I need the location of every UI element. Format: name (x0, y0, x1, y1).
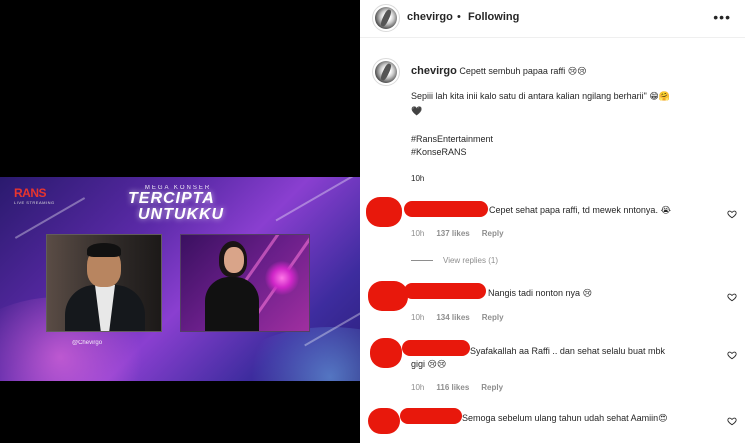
redacted-username (404, 201, 488, 217)
like-heart-icon[interactable] (727, 350, 737, 360)
comment-time[interactable]: 10h (411, 313, 424, 322)
redacted-avatar (368, 281, 408, 311)
caption-username[interactable]: chevirgo (411, 65, 457, 77)
comment-meta: 10h 137 likes Reply (411, 229, 504, 238)
redacted-avatar (366, 197, 402, 227)
redacted-username (404, 283, 486, 299)
view-replies-button[interactable]: View replies (1) (411, 256, 498, 265)
comment-text-line2: gigi 😢😢 (411, 359, 447, 369)
like-heart-icon[interactable] (727, 416, 737, 426)
watermark: @Chevirgo (72, 340, 103, 346)
hashtag-link[interactable]: #RansEntertainment (411, 134, 493, 144)
video-call-feed-left (46, 234, 162, 332)
caption-avatar[interactable] (372, 58, 400, 86)
like-heart-icon[interactable] (727, 209, 737, 219)
more-horizontal-icon[interactable]: ••• (713, 9, 731, 25)
comment-meta: 10h 116 likes Reply (411, 383, 503, 392)
redacted-avatar (370, 338, 402, 368)
stage-feed-right (180, 234, 310, 332)
hashtag-link[interactable]: #KonseRANS (411, 147, 467, 157)
post-panel: chevirgo • Following ••• chevirgo Cepett… (360, 0, 745, 443)
caption-first-line: chevirgo Cepett sembuh papaa raffi 😢😢 (411, 65, 587, 77)
comment-time[interactable]: 10h (411, 383, 424, 392)
header-username[interactable]: chevirgo (407, 11, 453, 23)
comment-time[interactable]: 10h (411, 229, 424, 238)
caption-text: Cepett sembuh papaa raffi 😢😢 (459, 66, 587, 76)
video-frame[interactable]: RANS LIVE STREAMING MEGA KONSER TERCIPTA… (0, 177, 360, 381)
stage-light (265, 261, 299, 295)
profile-avatar[interactable] (372, 4, 400, 32)
comment-text: Syafakallah aa Raffi .. dan sehat selalu… (470, 346, 665, 356)
comment-text: Nangis tadi nonton nya 😢 (488, 288, 592, 298)
comment-likes[interactable]: 137 likes (436, 229, 469, 238)
comment-likes[interactable]: 134 likes (436, 313, 469, 322)
separator-dot: • (457, 11, 461, 23)
comment-text: Cepet sehat papa raffi, td mewek nntonya… (489, 205, 671, 215)
like-heart-icon[interactable] (727, 292, 737, 302)
comment-meta: 10h 134 likes Reply (411, 313, 504, 322)
following-button[interactable]: Following (468, 11, 519, 23)
caption-text-line2: Sepiii lah kita inii kalo satu di antara… (411, 91, 670, 101)
post-media[interactable]: RANS LIVE STREAMING MEGA KONSER TERCIPTA… (0, 0, 360, 443)
stage-glow-right (230, 327, 360, 381)
caption-text-line3: 🖤 (411, 106, 423, 116)
light-stripe (275, 177, 355, 222)
redacted-avatar (368, 408, 400, 434)
reply-button[interactable]: Reply (482, 313, 504, 322)
rans-logo: RANS LIVE STREAMING (14, 186, 55, 205)
singer (199, 241, 263, 331)
post-header: chevirgo • Following ••• (360, 0, 745, 38)
reply-button[interactable]: Reply (481, 383, 503, 392)
caption-timestamp[interactable]: 10h (411, 174, 424, 183)
concert-title: MEGA KONSER TERCIPTA UNTUKKU (128, 185, 225, 223)
reply-button[interactable]: Reply (482, 229, 504, 238)
redacted-username (400, 408, 462, 424)
comment-likes[interactable]: 116 likes (436, 383, 469, 392)
comment-text: Semoga sebelum ulang tahun udah sehat Aa… (462, 413, 668, 423)
redacted-username (402, 340, 470, 356)
